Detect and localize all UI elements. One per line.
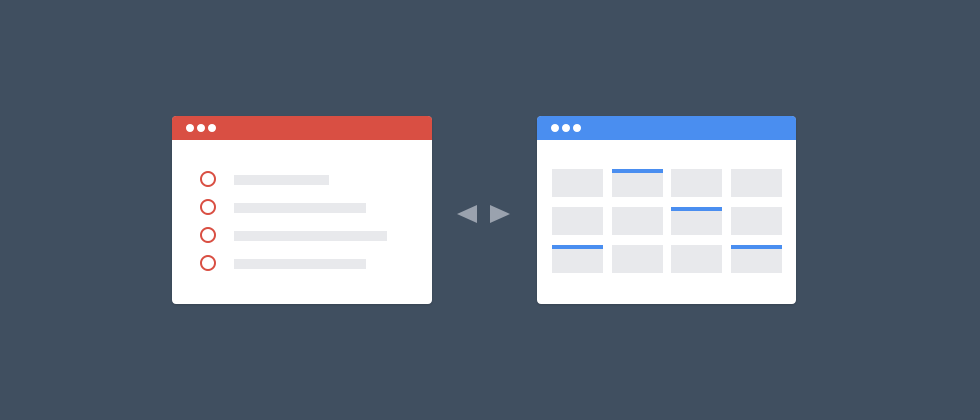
list-item [200, 255, 410, 273]
list-item-placeholder-bar [234, 231, 387, 241]
window-dot-icon [208, 124, 216, 132]
window-controls [551, 124, 581, 132]
list-item-placeholder-bar [234, 203, 366, 213]
circle-checkbox-icon [200, 199, 216, 215]
list-window [172, 116, 432, 304]
window-controls [186, 124, 216, 132]
calendar-cell [552, 245, 603, 273]
calendar-event-bar [731, 245, 782, 249]
calendar-window [537, 116, 796, 304]
window-dot-icon [562, 124, 570, 132]
arrow-right-icon [490, 205, 510, 223]
calendar-cell [731, 245, 782, 273]
circle-checkbox-icon [200, 227, 216, 243]
calendar-cell [731, 169, 782, 197]
circle-checkbox-icon [200, 255, 216, 271]
calendar-event-bar [552, 245, 603, 249]
calendar-cell [671, 207, 722, 235]
calendar-event-bar [612, 169, 663, 173]
list-item [200, 171, 410, 189]
calendar-event-bar [671, 207, 722, 211]
calendar-cell [552, 207, 603, 235]
calendar-cell [671, 169, 722, 197]
calendar-cell [612, 207, 663, 235]
list-item-placeholder-bar [234, 175, 329, 185]
circle-checkbox-icon [200, 171, 216, 187]
list-item-placeholder-bar [234, 259, 366, 269]
window-dot-icon [186, 124, 194, 132]
calendar-cell [552, 169, 603, 197]
calendar-window-titlebar [537, 116, 796, 140]
arrow-left-icon [457, 205, 477, 223]
calendar-cell [612, 245, 663, 273]
window-dot-icon [573, 124, 581, 132]
list-window-titlebar [172, 116, 432, 140]
list-item [200, 199, 410, 217]
window-dot-icon [551, 124, 559, 132]
calendar-cell [671, 245, 722, 273]
calendar-cell [612, 169, 663, 197]
window-dot-icon [197, 124, 205, 132]
list-item [200, 227, 410, 245]
calendar-cell [731, 207, 782, 235]
